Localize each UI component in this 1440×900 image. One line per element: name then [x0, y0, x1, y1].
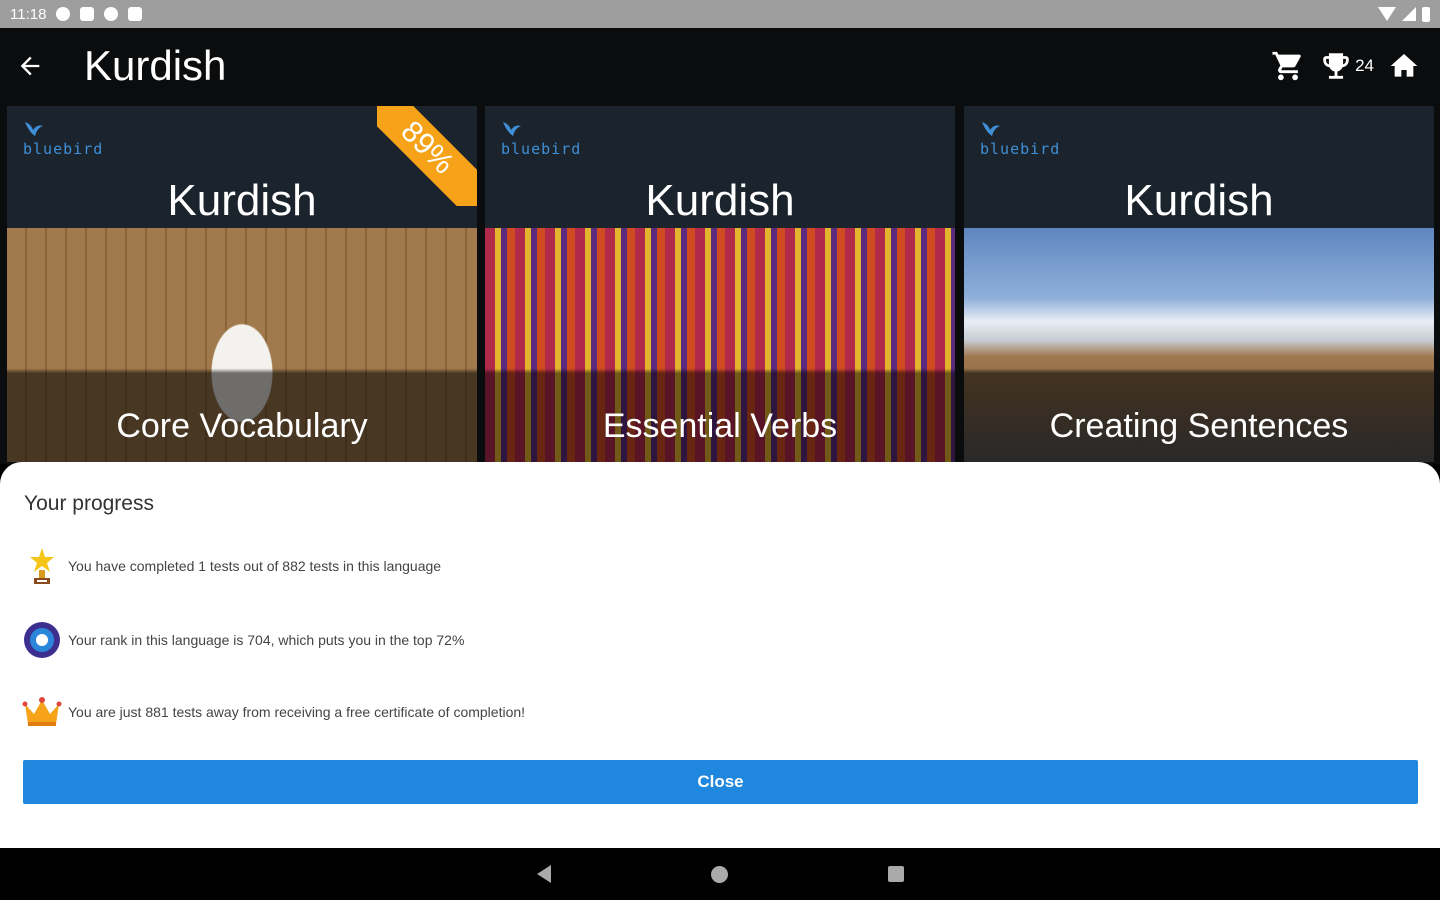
card-header: bluebird Kurdish [964, 106, 1434, 226]
sheet-title: Your progress [24, 492, 154, 515]
card-subtitle: Creating Sentences [1049, 407, 1349, 445]
home-button[interactable] [1388, 42, 1420, 90]
wifi-icon [1378, 7, 1396, 21]
trophy-icon [22, 546, 62, 586]
card-language: Kurdish [645, 176, 795, 225]
card-essential-verbs[interactable]: bluebird Kurdish Essential Verbs [485, 106, 955, 462]
card-subtitle: Essential Verbs [602, 407, 838, 445]
bluebird-icon [982, 122, 1000, 136]
progress-ribbon: 89% [377, 106, 477, 206]
arrow-left-icon [20, 56, 40, 76]
close-button[interactable]: Close [23, 760, 1418, 804]
page-title: Kurdish [84, 42, 227, 89]
progress-sheet: Your progress You have completed 1 tests… [0, 462, 1440, 848]
bluebird-icon [503, 122, 521, 136]
card-core-vocabulary[interactable]: bluebird Kurdish Core Vocabulary 89% [7, 106, 477, 462]
signal-icon [1402, 7, 1416, 21]
progress-item-rank: Your rank in this language is 704, which… [22, 620, 464, 660]
system-nav-bar [0, 848, 1440, 900]
brand-logo: bluebird [501, 120, 581, 158]
cart-button[interactable] [1271, 42, 1305, 90]
sd-card-icon [128, 7, 143, 21]
nav-back-icon[interactable] [536, 865, 551, 883]
battery-icon [1422, 6, 1430, 22]
card-creating-sentences[interactable]: bluebird Kurdish Creating Sentences [964, 106, 1434, 462]
card-language: Kurdish [1124, 176, 1274, 225]
status-bar: 11:18 [0, 0, 1440, 28]
notification-icon [80, 7, 95, 21]
card-subtitle: Core Vocabulary [116, 407, 368, 445]
nav-recents-icon[interactable] [887, 866, 904, 882]
app-bar: Kurdish 24 [0, 28, 1440, 104]
brand-logo: bluebird [980, 120, 1060, 158]
trophy-count: 24 [1355, 56, 1374, 75]
trophy-icon [1323, 53, 1349, 79]
progress-item-completed: You have completed 1 tests out of 882 te… [22, 546, 441, 586]
rank-medal-icon [22, 620, 62, 660]
course-cards: bluebird Kurdish Core Vocabulary 89% blu… [0, 104, 1440, 464]
trophy-button[interactable]: 24 [1319, 42, 1374, 90]
settings-icon [56, 7, 71, 21]
shield-icon [104, 7, 119, 21]
status-time: 11:18 [10, 5, 47, 23]
progress-badge: 89% [377, 106, 477, 206]
home-icon [1390, 54, 1418, 77]
back-button[interactable] [0, 36, 60, 96]
brand-logo: bluebird [23, 120, 103, 158]
cart-icon [1272, 51, 1301, 81]
bluebird-icon [25, 122, 43, 136]
nav-home-icon[interactable] [710, 865, 728, 883]
progress-item-certificate: You are just 881 tests away from receivi… [22, 692, 525, 732]
crown-icon [22, 692, 62, 732]
card-header: bluebird Kurdish [485, 106, 955, 226]
